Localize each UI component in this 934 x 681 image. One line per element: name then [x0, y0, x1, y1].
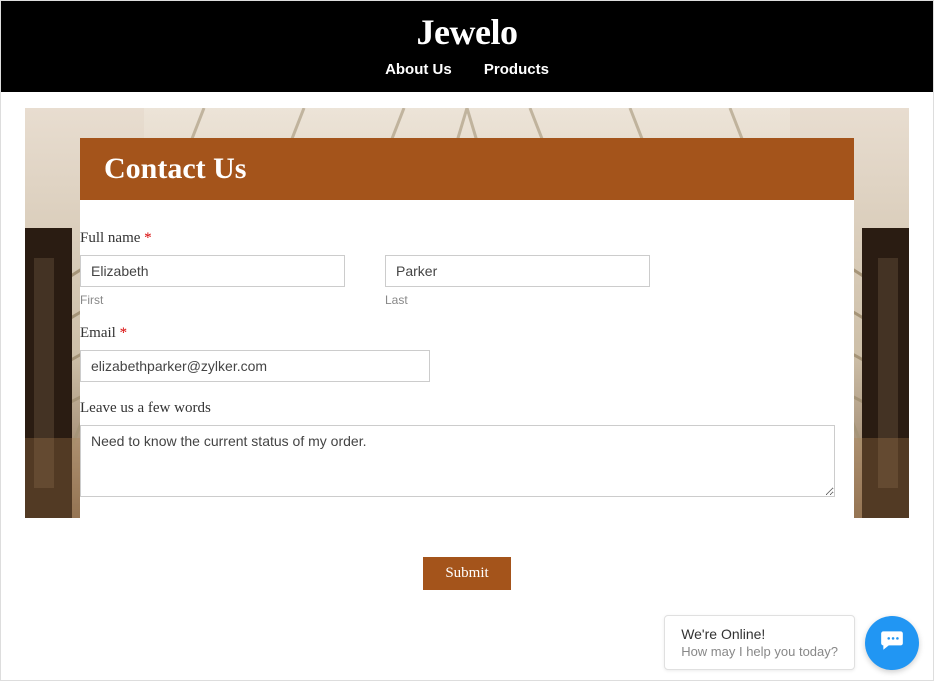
nav-products[interactable]: Products: [484, 61, 549, 78]
chat-widget: We're Online! How may I help you today?: [664, 615, 919, 670]
site-header: Jewelo About Us Products: [1, 1, 933, 92]
nav-about-us[interactable]: About Us: [385, 61, 452, 78]
chat-title: We're Online!: [681, 626, 838, 642]
last-sublabel: Last: [385, 293, 650, 307]
email-label-text: Email: [80, 325, 116, 341]
contact-form-card: Contact Us Full name * First Last Email …: [80, 138, 854, 618]
email-input[interactable]: [80, 350, 430, 382]
message-label: Leave us a few words: [80, 400, 854, 417]
chat-icon: [879, 627, 905, 658]
submit-button[interactable]: Submit: [423, 557, 510, 590]
email-label: Email *: [80, 325, 854, 342]
chat-launcher-button[interactable]: [865, 616, 919, 670]
form-title: Contact Us: [80, 138, 854, 200]
required-mark: *: [120, 325, 128, 341]
chat-popup[interactable]: We're Online! How may I help you today?: [664, 615, 855, 670]
chat-subtitle: How may I help you today?: [681, 644, 838, 659]
hero-section: Contact Us Full name * First Last Email …: [1, 92, 933, 618]
fullname-label: Full name *: [80, 230, 854, 247]
required-mark: *: [144, 230, 152, 246]
first-sublabel: First: [80, 293, 345, 307]
brand-title: Jewelo: [1, 11, 933, 53]
first-name-input[interactable]: [80, 255, 345, 287]
main-nav: About Us Products: [1, 61, 933, 78]
fullname-label-text: Full name: [80, 230, 140, 246]
last-name-input[interactable]: [385, 255, 650, 287]
form-body: Full name * First Last Email * L: [80, 200, 854, 590]
message-textarea[interactable]: [80, 425, 835, 497]
